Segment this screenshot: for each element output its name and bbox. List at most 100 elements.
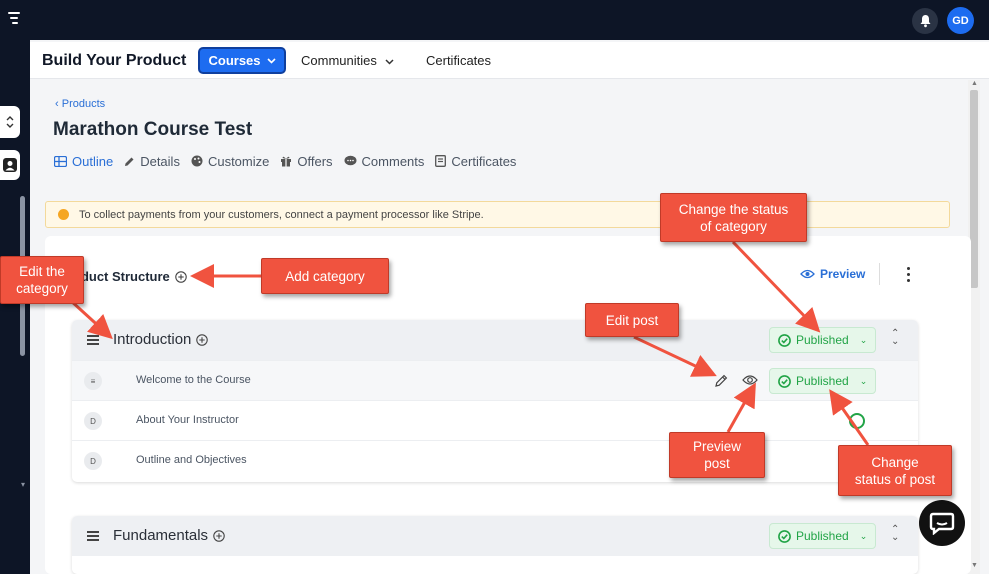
communities-label: Communities xyxy=(301,53,377,68)
post-title[interactable]: About Your Instructor xyxy=(136,414,239,426)
tab-certificates-label: Certificates xyxy=(451,153,517,169)
tab-comments[interactable]: Comments xyxy=(344,153,425,169)
post-type-icon: D xyxy=(84,452,102,470)
user-avatar[interactable]: GD xyxy=(947,7,974,34)
tab-customize-label: Customize xyxy=(207,153,270,169)
post-status-dropdown[interactable]: Published ⌄ xyxy=(769,368,876,394)
category-status-dropdown[interactable]: Published ⌄ xyxy=(769,327,876,353)
status-label: Published xyxy=(796,374,849,388)
post-type-icon: D xyxy=(84,412,102,430)
callout-line: Change the status xyxy=(678,201,789,217)
tab-outline[interactable]: Outline xyxy=(54,153,113,169)
gift-icon xyxy=(281,156,292,167)
check-circle-icon xyxy=(778,333,791,347)
category-card-fundamentals: Fundamentals Published ⌄ ⌃ ⌄ xyxy=(72,516,918,574)
collapse-toggle-icon[interactable]: ⌃ ⌄ xyxy=(891,329,899,347)
callout-line: status of post xyxy=(854,471,936,487)
callout-line: Change xyxy=(871,454,919,470)
product-structure-heading: oduct Structure xyxy=(73,269,187,284)
chevron-down-icon: ⌄ xyxy=(859,334,868,345)
notifications-bell-icon[interactable] xyxy=(912,8,938,34)
scroll-down-arrow-icon[interactable]: ▼ xyxy=(971,562,978,569)
add-post-icon[interactable] xyxy=(213,529,225,542)
post-row[interactable]: D About Your Instructor xyxy=(72,400,918,440)
tab-details[interactable]: Details xyxy=(124,153,180,169)
post-row[interactable]: D Outline and Objectives xyxy=(72,440,918,480)
tab-details-label: Details xyxy=(140,153,180,169)
post-title[interactable]: Welcome to the Course xyxy=(136,374,251,386)
tab-certificates[interactable]: Certificates xyxy=(435,153,516,169)
product-structure-label: oduct Structure xyxy=(73,269,170,284)
chevron-down-icon: ⌄ xyxy=(859,530,868,541)
outline-icon xyxy=(54,155,67,167)
scrollbar-thumb[interactable] xyxy=(970,90,978,288)
header-title: Build Your Product xyxy=(42,52,187,69)
post-type-icon: ≡ xyxy=(84,372,102,390)
rail-user-icon[interactable] xyxy=(0,150,20,180)
status-label: Published xyxy=(796,333,849,347)
callout-edit-category: Edit the category xyxy=(0,256,84,304)
rail-caret-icon: ▾ xyxy=(21,480,26,489)
chat-bubble-icon xyxy=(929,512,955,535)
hamburger-menu-icon[interactable] xyxy=(8,12,22,28)
category-card-introduction: Introduction Published ⌄ ⌃ ⌄ ≡ Welcome to… xyxy=(72,320,918,482)
check-circle-icon xyxy=(849,413,865,429)
drag-handle-icon[interactable] xyxy=(87,335,99,347)
alert-text: To collect payments from your customers,… xyxy=(79,208,484,221)
communities-dropdown[interactable]: Communities xyxy=(301,53,395,68)
more-options-icon[interactable] xyxy=(904,267,912,283)
category-name: Introduction xyxy=(113,331,192,348)
payment-alert: To collect payments from your customers,… xyxy=(45,201,950,228)
breadcrumb[interactable]: ‹ Products xyxy=(55,98,105,110)
add-post-icon[interactable] xyxy=(196,333,209,346)
check-circle-icon xyxy=(778,374,791,388)
category-title[interactable]: Introduction xyxy=(113,331,209,348)
category-name: Fundamentals xyxy=(113,527,209,544)
callout-change-category-status: Change the status of category xyxy=(660,193,807,242)
warning-dot-icon xyxy=(58,209,69,220)
edit-pencil-icon[interactable] xyxy=(713,373,729,389)
callout-add-category: Add category xyxy=(261,258,389,294)
scroll-up-arrow-icon[interactable]: ▲ xyxy=(971,80,978,87)
chevron-down-icon: ⌄ xyxy=(859,375,868,386)
chevron-down-icon xyxy=(385,59,395,65)
tab-offers[interactable]: Offers xyxy=(280,153,333,169)
collapse-toggle-icon[interactable]: ⌃ ⌄ xyxy=(891,525,899,543)
certificates-nav-link[interactable]: Certificates xyxy=(426,53,491,68)
breadcrumb-products[interactable]: Products xyxy=(62,98,105,110)
pencil-icon xyxy=(125,157,134,166)
divider xyxy=(879,263,880,285)
page-title: Marathon Course Test xyxy=(53,119,253,140)
rail-expand-button[interactable] xyxy=(0,106,20,138)
post-title[interactable]: Outline and Objectives xyxy=(136,454,247,466)
category-status-dropdown[interactable]: Published ⌄ xyxy=(769,523,876,549)
preview-button[interactable]: Preview xyxy=(800,267,865,281)
chat-widget-button[interactable] xyxy=(919,500,965,546)
callout-line: post xyxy=(704,456,730,471)
top-bar: GD xyxy=(0,0,989,40)
courses-dropdown-button[interactable]: Courses xyxy=(198,47,286,74)
callout-line: Preview xyxy=(692,439,741,454)
status-label: Published xyxy=(796,529,849,543)
tab-comments-label: Comments xyxy=(361,153,425,169)
comment-icon xyxy=(344,155,357,166)
tab-offers-label: Offers xyxy=(297,153,333,169)
post-row[interactable]: ≡ Welcome to the Course Published ⌄ xyxy=(72,360,918,400)
palette-icon xyxy=(191,155,203,167)
add-category-icon[interactable] xyxy=(175,270,187,283)
callout-line: Edit the xyxy=(19,264,65,279)
eye-icon xyxy=(800,269,815,279)
eye-icon[interactable] xyxy=(742,373,758,387)
check-circle-icon xyxy=(778,529,791,543)
tab-customize[interactable]: Customize xyxy=(191,153,269,169)
certificate-icon xyxy=(435,155,447,167)
callout-line: of category xyxy=(700,218,767,234)
courses-label: Courses xyxy=(208,53,261,68)
chevron-down-icon xyxy=(266,57,276,64)
preview-label: Preview xyxy=(820,267,866,281)
drag-handle-icon[interactable] xyxy=(87,531,99,543)
course-tabs: Outline Details Customize Offers Comment… xyxy=(54,153,516,169)
callout-change-post-status: Change status of post xyxy=(838,445,952,496)
category-title[interactable]: Fundamentals xyxy=(113,527,225,544)
callout-edit-post: Edit post xyxy=(585,303,679,337)
